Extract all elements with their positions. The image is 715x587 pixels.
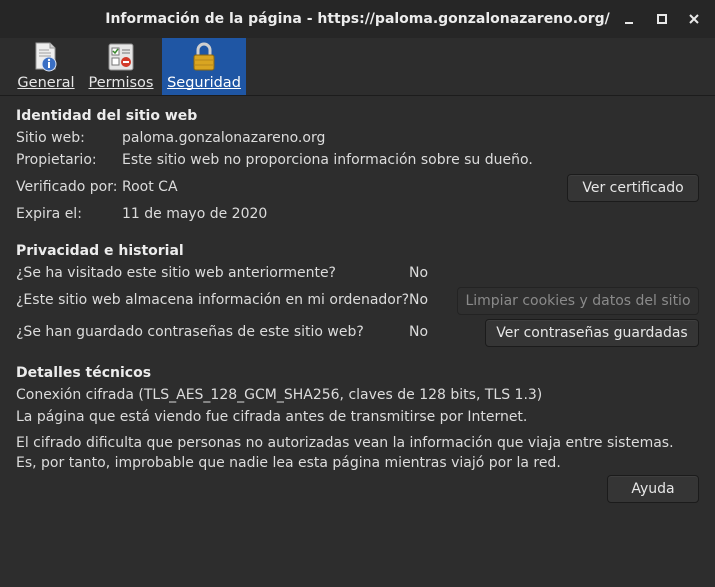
expires-label: Expira el: (16, 206, 82, 222)
verified-by-label: Verificado por: (16, 179, 118, 195)
tab-permisos[interactable]: Permisos (86, 38, 156, 95)
visited-question: ¿Se ha visitado este sitio web anteriorm… (16, 265, 336, 281)
tab-seguridad-label: Seguridad (167, 75, 241, 91)
document-info-icon (35, 42, 57, 72)
technical-section-title: Detalles técnicos (16, 365, 152, 381)
maximize-button[interactable] (651, 8, 673, 30)
window-title: Información de la página - https://palom… (105, 11, 610, 27)
view-certificate-button[interactable]: Ver certificado (567, 174, 699, 202)
stores-data-answer: No (409, 292, 429, 308)
encryption-explanation: El cifrado dificulta que personas no aut… (16, 435, 674, 471)
privacy-section-title: Privacidad e historial (16, 243, 184, 259)
title-bar[interactable]: Información de la página - https://palom… (0, 0, 715, 38)
view-passwords-button[interactable]: Ver contraseñas guardadas (485, 319, 699, 347)
tab-general[interactable]: General (16, 38, 76, 95)
expires-value: 11 de mayo de 2020 (122, 206, 268, 222)
close-button[interactable] (683, 8, 705, 30)
tab-toolbar: General Permisos Seguridad (0, 38, 715, 96)
encryption-detail: Conexión cifrada (TLS_AES_128_GCM_SHA256… (16, 387, 543, 403)
passwords-answer: No (409, 324, 429, 340)
passwords-question: ¿Se han guardado contraseñas de este sit… (16, 324, 364, 340)
padlock-icon (193, 42, 215, 71)
website-value: paloma.gonzalonazareno.org (122, 130, 326, 146)
help-button[interactable]: Ayuda (607, 475, 699, 503)
tab-general-label: General (17, 75, 75, 91)
maximize-icon (657, 14, 667, 24)
encryption-notice: La página que está viendo fue cifrada an… (16, 409, 528, 425)
visited-answer: No (409, 265, 429, 281)
verified-by-value: Root CA (122, 179, 178, 195)
clear-cookies-button[interactable]: Limpiar cookies y datos del sitio (457, 287, 699, 315)
stores-data-question: ¿Este sitio web almacena información en … (16, 292, 410, 308)
website-label: Sitio web: (16, 130, 85, 146)
page-info-window: Información de la página - https://palom… (0, 0, 715, 587)
tab-seguridad[interactable]: Seguridad (162, 38, 246, 95)
tab-permisos-label: Permisos (88, 75, 154, 91)
identity-section-title: Identidad del sitio web (16, 108, 198, 124)
close-icon (689, 14, 699, 24)
minimize-button[interactable] (618, 8, 640, 30)
owner-label: Propietario: (16, 152, 97, 168)
permissions-icon (108, 43, 134, 71)
owner-value: Este sitio web no proporciona informació… (122, 152, 533, 168)
minimize-icon (625, 22, 633, 24)
